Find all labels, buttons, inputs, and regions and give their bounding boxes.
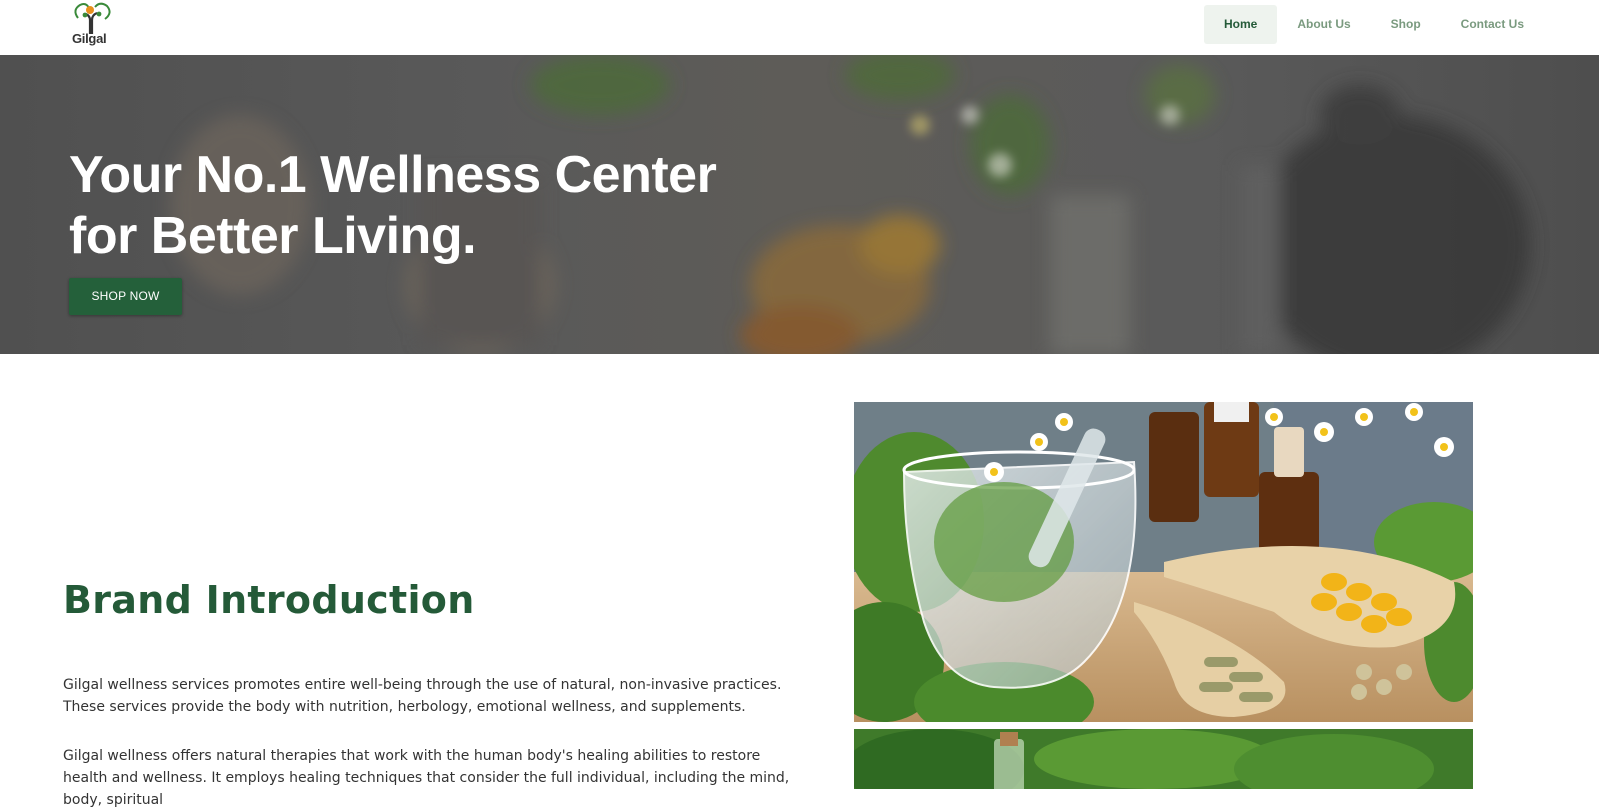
nav-contact-us[interactable]: Contact Us bbox=[1441, 5, 1544, 44]
hero-title: Your No.1 Wellness Center for Better Liv… bbox=[69, 145, 789, 267]
hero-banner: Your No.1 Wellness Center for Better Liv… bbox=[0, 55, 1599, 354]
nav-about-us[interactable]: About Us bbox=[1277, 5, 1370, 44]
main-nav: Home About Us Shop Contact Us bbox=[1203, 5, 1544, 44]
site-header: Gilgal Home About Us Shop Contact Us bbox=[0, 0, 1599, 55]
herbal-remedies-photo bbox=[854, 402, 1473, 722]
intro-paragraph-2: Gilgal wellness offers natural therapies… bbox=[63, 748, 790, 808]
herbal-oil-bottle-photo bbox=[854, 729, 1473, 789]
gilgal-logo[interactable]: Gilgal bbox=[68, 0, 116, 50]
nav-home[interactable]: Home bbox=[1203, 5, 1278, 44]
hero-title-line2: for Better Living. bbox=[69, 207, 477, 265]
brand-introduction-heading: Brand Introduction bbox=[63, 578, 475, 622]
hero-title-line1: Your No.1 Wellness Center bbox=[69, 146, 717, 204]
tree-logo-icon bbox=[74, 2, 111, 34]
logo-text: Gilgal bbox=[72, 31, 107, 46]
nav-shop[interactable]: Shop bbox=[1371, 5, 1441, 44]
shop-now-button[interactable]: SHOP NOW bbox=[69, 278, 182, 315]
intro-paragraph-1: Gilgal wellness services promotes entire… bbox=[63, 677, 782, 715]
